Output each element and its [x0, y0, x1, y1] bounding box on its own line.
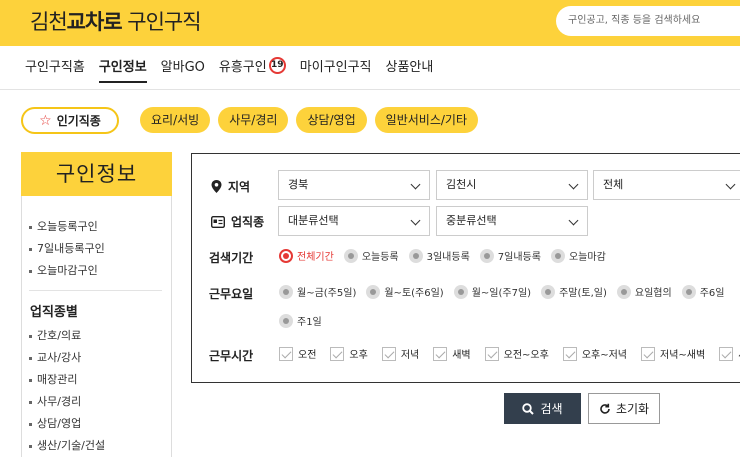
chip-general-service[interactable]: 일반서비스/기타 — [374, 107, 478, 133]
reset-button[interactable]: 초기화 — [588, 393, 660, 424]
sidebar-quick-list: 오늘등록구인 7일내등록구인 오늘마감구인 — [29, 216, 105, 282]
workdays-radio-group: 월~금(주5일) 월~토(주6일) 월~일(주7일) 주말(토,일) 요일협의 … — [279, 284, 734, 299]
sidebar-item-teacher[interactable]: 교사/강사 — [29, 347, 105, 369]
chevron-down-icon — [568, 179, 579, 190]
star-icon: ☆ — [39, 112, 52, 129]
days-radio-weekend[interactable]: 주말(토,일) — [541, 284, 607, 299]
nav-item-job-info[interactable]: 구인정보 — [98, 56, 147, 83]
search-button[interactable]: 검색 — [504, 393, 581, 424]
popular-jobs-button[interactable]: ☆ 인기직종 — [21, 107, 119, 134]
nav-divider — [0, 89, 740, 90]
days-radio-negotiable[interactable]: 요일협의 — [616, 284, 672, 299]
period-radio-3days[interactable]: 3일내등록 — [408, 248, 470, 263]
days-radio-5[interactable]: 월~금(주5일) — [279, 284, 356, 299]
sidebar-item-medical[interactable]: 간호/의료 — [29, 325, 105, 347]
workhours-check-group: 오전 오후 저녁 새벽 오전~오후 오후~저녁 저녁~새벽 새벽 — [279, 346, 740, 361]
hours-check-afternoon-evening[interactable]: 오후~저녁 — [562, 346, 627, 361]
period-label: 검색기간 — [209, 251, 254, 265]
job-major-select[interactable]: 대분류선택 — [278, 206, 430, 236]
refresh-icon — [600, 403, 610, 414]
chevron-down-icon — [410, 215, 421, 226]
province-select[interactable]: 경북 — [278, 170, 430, 200]
nav-item-products[interactable]: 상품안내 — [386, 56, 434, 80]
id-card-icon — [211, 215, 225, 228]
chevron-down-icon — [568, 215, 579, 226]
chevron-down-icon — [725, 179, 736, 190]
nav-item-entertainment[interactable]: 유흥구인 19 — [219, 56, 286, 80]
period-radio-closing-today[interactable]: 오늘마감 — [550, 248, 606, 263]
location-pin-icon — [211, 180, 222, 193]
hours-check-dawn[interactable]: 새벽 — [433, 346, 471, 361]
nav-item-my-page[interactable]: 마이구인구직 — [300, 56, 372, 80]
sidebar-item-today[interactable]: 오늘등록구인 — [29, 216, 105, 238]
sidebar-heading: 업직종별 — [30, 305, 78, 320]
period-radio-group: 전체기간 오늘등록 3일내등록 7일내등록 오늘마감 — [279, 248, 616, 263]
period-radio-today[interactable]: 오늘등록 — [343, 248, 399, 263]
period-radio-7days[interactable]: 7일내등록 — [479, 248, 541, 263]
days-radio-6[interactable]: 월~토(주6일) — [366, 284, 444, 299]
sidebar-item-production[interactable]: 생산/기술/건설 — [29, 435, 105, 457]
period-radio-all[interactable]: 전체기간 — [279, 248, 334, 263]
main-nav: 구인구직홈 구인정보 알바GO 유흥구인 19 마이구인구직 상품안내 — [25, 56, 447, 84]
header: 김천교차로 구인구직 구인공고, 직종 등을 검색하세요 — [0, 0, 740, 46]
adult-19-badge: 19 — [268, 56, 286, 74]
sidebar-item-7days[interactable]: 7일내등록구인 — [29, 238, 105, 260]
hours-check-morning[interactable]: 오전 — [279, 346, 316, 361]
sidebar-item-sales[interactable]: 상담/영업 — [29, 413, 105, 435]
popular-job-chips: 요리/서빙 사무/경리 상담/영업 일반서비스/기타 — [140, 107, 478, 133]
hours-check-afternoon[interactable]: 오후 — [330, 346, 368, 361]
sidebar-item-closing-today[interactable]: 오늘마감구인 — [29, 260, 105, 282]
city-select[interactable]: 김천시 — [436, 170, 588, 200]
search-icon — [522, 402, 535, 415]
workdays-label: 근무요일 — [209, 287, 254, 301]
sidebar-item-store[interactable]: 매장관리 — [29, 369, 105, 391]
region-label: 지역 — [211, 178, 250, 195]
days-radio-six[interactable]: 주6일 — [681, 284, 724, 299]
search-input[interactable]: 구인공고, 직종 등을 검색하세요 — [556, 6, 740, 36]
nav-item-albago[interactable]: 알바GO — [161, 56, 205, 80]
days-radio-7[interactable]: 월~일(주7일) — [453, 284, 531, 299]
chevron-down-icon — [410, 179, 421, 190]
job-minor-select[interactable]: 중분류선택 — [436, 206, 588, 236]
hours-check-morning-afternoon[interactable]: 오전~오후 — [484, 346, 549, 361]
district-select[interactable]: 전체 — [593, 170, 740, 200]
job-type-label: 업직종 — [211, 213, 264, 230]
hours-check-evening[interactable]: 저녁 — [381, 346, 419, 361]
hours-check-evening-dawn[interactable]: 저녁~새벽 — [641, 346, 705, 361]
sidebar-divider — [29, 290, 162, 291]
site-logo[interactable]: 김천교차로 구인구직 — [30, 6, 202, 36]
sidebar-category-list: 간호/의료 교사/강사 매장관리 사무/경리 상담/영업 생산/기술/건설 — [29, 325, 105, 457]
panel-bottom-line — [191, 382, 740, 383]
workhours-label: 근무시간 — [209, 349, 254, 363]
nav-item-home[interactable]: 구인구직홈 — [25, 56, 85, 80]
sidebar-title: 구인정보 — [21, 152, 172, 196]
workdays-radio-group-2: 주1일 — [279, 313, 332, 328]
chip-cooking-serving[interactable]: 요리/서빙 — [140, 107, 211, 133]
chip-sales[interactable]: 상담/영업 — [296, 107, 367, 133]
sidebar-item-office[interactable]: 사무/경리 — [29, 391, 105, 413]
hours-check-dawn-2[interactable]: 새벽 — [719, 346, 740, 361]
chip-office[interactable]: 사무/경리 — [218, 107, 289, 133]
days-radio-1[interactable]: 주1일 — [279, 313, 322, 328]
